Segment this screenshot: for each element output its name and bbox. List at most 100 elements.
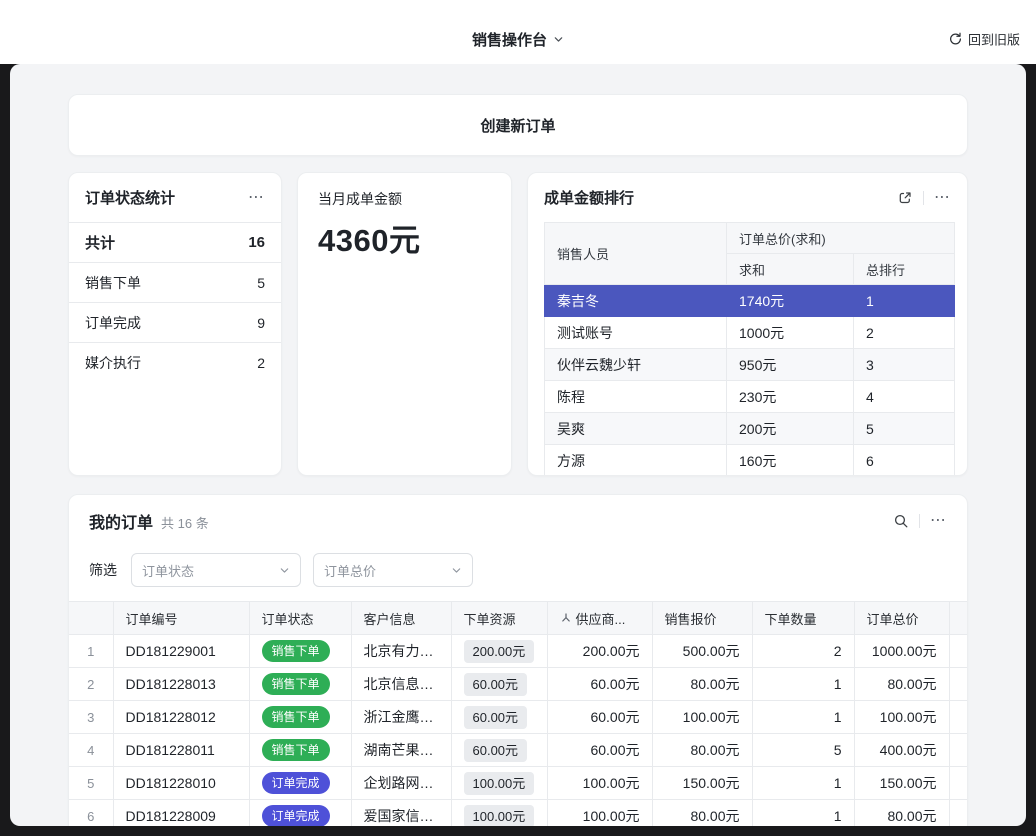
col-stub [949,602,968,635]
quote-value: 500.00元 [652,635,752,668]
resource-value: 60.00元 [464,706,528,729]
resource-value: 200.00元 [464,640,535,663]
resource-value: 100.00元 [464,805,535,827]
col-supplier: 供应商... [547,602,652,635]
quote-value: 80.00元 [652,668,752,701]
page-title: 销售操作台 [472,29,547,50]
filter-label: 筛选 [89,560,117,580]
quote-value: 100.00元 [652,701,752,734]
ranking-row[interactable]: 秦吉冬 1740元 1 [545,285,955,317]
order-no: DD181229001 [113,635,249,668]
chevron-down-icon [451,565,462,576]
ranking-col-person: 销售人员 [545,223,727,285]
amount-label: 当月成单金额 [318,189,491,209]
col-qty: 下单数量 [752,602,854,635]
col-total: 订单总价 [854,602,949,635]
ranking-col-group: 订单总价(求和) [727,223,955,254]
create-order-button[interactable]: 创建新订单 [68,94,968,156]
customer: 爱国家信息... [351,800,451,827]
status-badge: 销售下单 [262,673,330,695]
order-no: DD181228012 [113,701,249,734]
order-row[interactable]: 4 DD181228011 销售下单 湖南芒果娱... 60.00元 60.00… [69,734,968,767]
search-icon[interactable] [893,513,909,529]
order-row[interactable]: 6 DD181228009 订单完成 爱国家信息... 100.00元 100.… [69,800,968,827]
ranking-row[interactable]: 吴爽 200元 5 [545,413,955,445]
branch-icon [560,612,572,624]
status-row: 订单完成 9 [69,303,281,343]
total-value: 80.00元 [854,800,949,827]
qty-value: 1 [752,800,854,827]
col-order-status: 订单状态 [249,602,351,635]
amount-value: 4360元 [318,215,491,260]
customer: 企划路网络... [351,767,451,800]
customer: 湖南芒果娱... [351,734,451,767]
ranking-row[interactable]: 伙伴云魏少轩 950元 3 [545,349,955,381]
order-row[interactable]: 3 DD181228012 销售下单 浙江金鹰卡... 60.00元 60.00… [69,701,968,734]
workspace-switcher[interactable]: 销售操作台 [472,15,564,50]
col-resource: 下单资源 [451,602,547,635]
order-status-filter[interactable]: 订单状态 [131,553,301,587]
more-icon[interactable]: ⋯ [930,513,947,529]
order-row[interactable]: 2 DD181228013 销售下单 北京信息大... 60.00元 60.00… [69,668,968,701]
col-customer: 客户信息 [351,602,451,635]
total-value: 400.00元 [854,734,949,767]
quote-value: 150.00元 [652,767,752,800]
status-badge: 销售下单 [262,640,330,662]
more-icon[interactable]: ⋯ [934,190,951,206]
ranking-row[interactable]: 方源 160元 6 [545,445,955,477]
supplier-value: 60.00元 [547,734,652,767]
status-row-total: 共计 16 [69,223,281,263]
order-row[interactable]: 5 DD181228010 订单完成 企划路网络... 100.00元 100.… [69,767,968,800]
divider [919,514,920,528]
orders-table: 订单编号 订单状态 客户信息 下单资源 供应商... [69,601,968,826]
qty-value: 1 [752,767,854,800]
ranking-col-rank: 总排行 [854,254,955,285]
divider [923,191,924,205]
supplier-value: 100.00元 [547,800,652,827]
app-header: 销售操作台 回到旧版 [0,0,1036,64]
quote-value: 80.00元 [652,800,752,827]
qty-value: 2 [752,635,854,668]
total-value: 100.00元 [854,701,949,734]
order-total-filter[interactable]: 订单总价 [313,553,473,587]
orders-title: 我的订单 [89,509,153,533]
customer: 浙江金鹰卡... [351,701,451,734]
status-badge: 订单完成 [262,805,330,826]
order-no: DD181228010 [113,767,249,800]
quote-value: 80.00元 [652,734,752,767]
order-row[interactable]: 1 DD181229001 销售下单 北京有力量... 200.00元 200.… [69,635,968,668]
supplier-value: 60.00元 [547,668,652,701]
monthly-amount-card: 当月成单金额 4360元 [297,172,512,476]
resource-value: 60.00元 [464,739,528,762]
filter-bar: 筛选 订单状态 订单总价 [69,547,967,601]
order-no: DD181228009 [113,800,249,827]
resource-value: 60.00元 [464,673,528,696]
orders-count: 共 16 条 [161,513,209,532]
more-icon[interactable]: ⋯ [248,190,265,206]
restore-icon [948,32,963,47]
col-order-no: 订单编号 [113,602,249,635]
ranking-col-sum: 求和 [727,254,854,285]
ranking-row[interactable]: 测试账号 1000元 2 [545,317,955,349]
status-badge: 销售下单 [262,706,330,728]
status-badge: 订单完成 [262,772,330,794]
supplier-value: 200.00元 [547,635,652,668]
back-to-old-version-button[interactable]: 回到旧版 [948,30,1020,49]
dashboard-canvas: 创建新订单 订单状态统计 ⋯ 共计 16 销售下单 5 订单完成 [10,64,1026,826]
resource-value: 100.00元 [464,772,535,795]
export-icon[interactable] [897,190,913,206]
qty-value: 1 [752,701,854,734]
total-value: 150.00元 [854,767,949,800]
chevron-down-icon [279,565,290,576]
ranking-card-title: 成单金额排行 [544,187,634,208]
status-card-title: 订单状态统计 [85,187,175,208]
create-order-label: 创建新订单 [480,115,555,136]
status-row: 媒介执行 2 [69,343,281,383]
qty-value: 1 [752,668,854,701]
ranking-card: 成单金额排行 ⋯ [527,172,968,476]
supplier-value: 60.00元 [547,701,652,734]
back-label: 回到旧版 [968,30,1020,49]
ranking-row[interactable]: 陈程 230元 4 [545,381,955,413]
my-orders-card: 我的订单 共 16 条 ⋯ 筛选 订单状态 [68,494,968,826]
col-quote: 销售报价 [652,602,752,635]
